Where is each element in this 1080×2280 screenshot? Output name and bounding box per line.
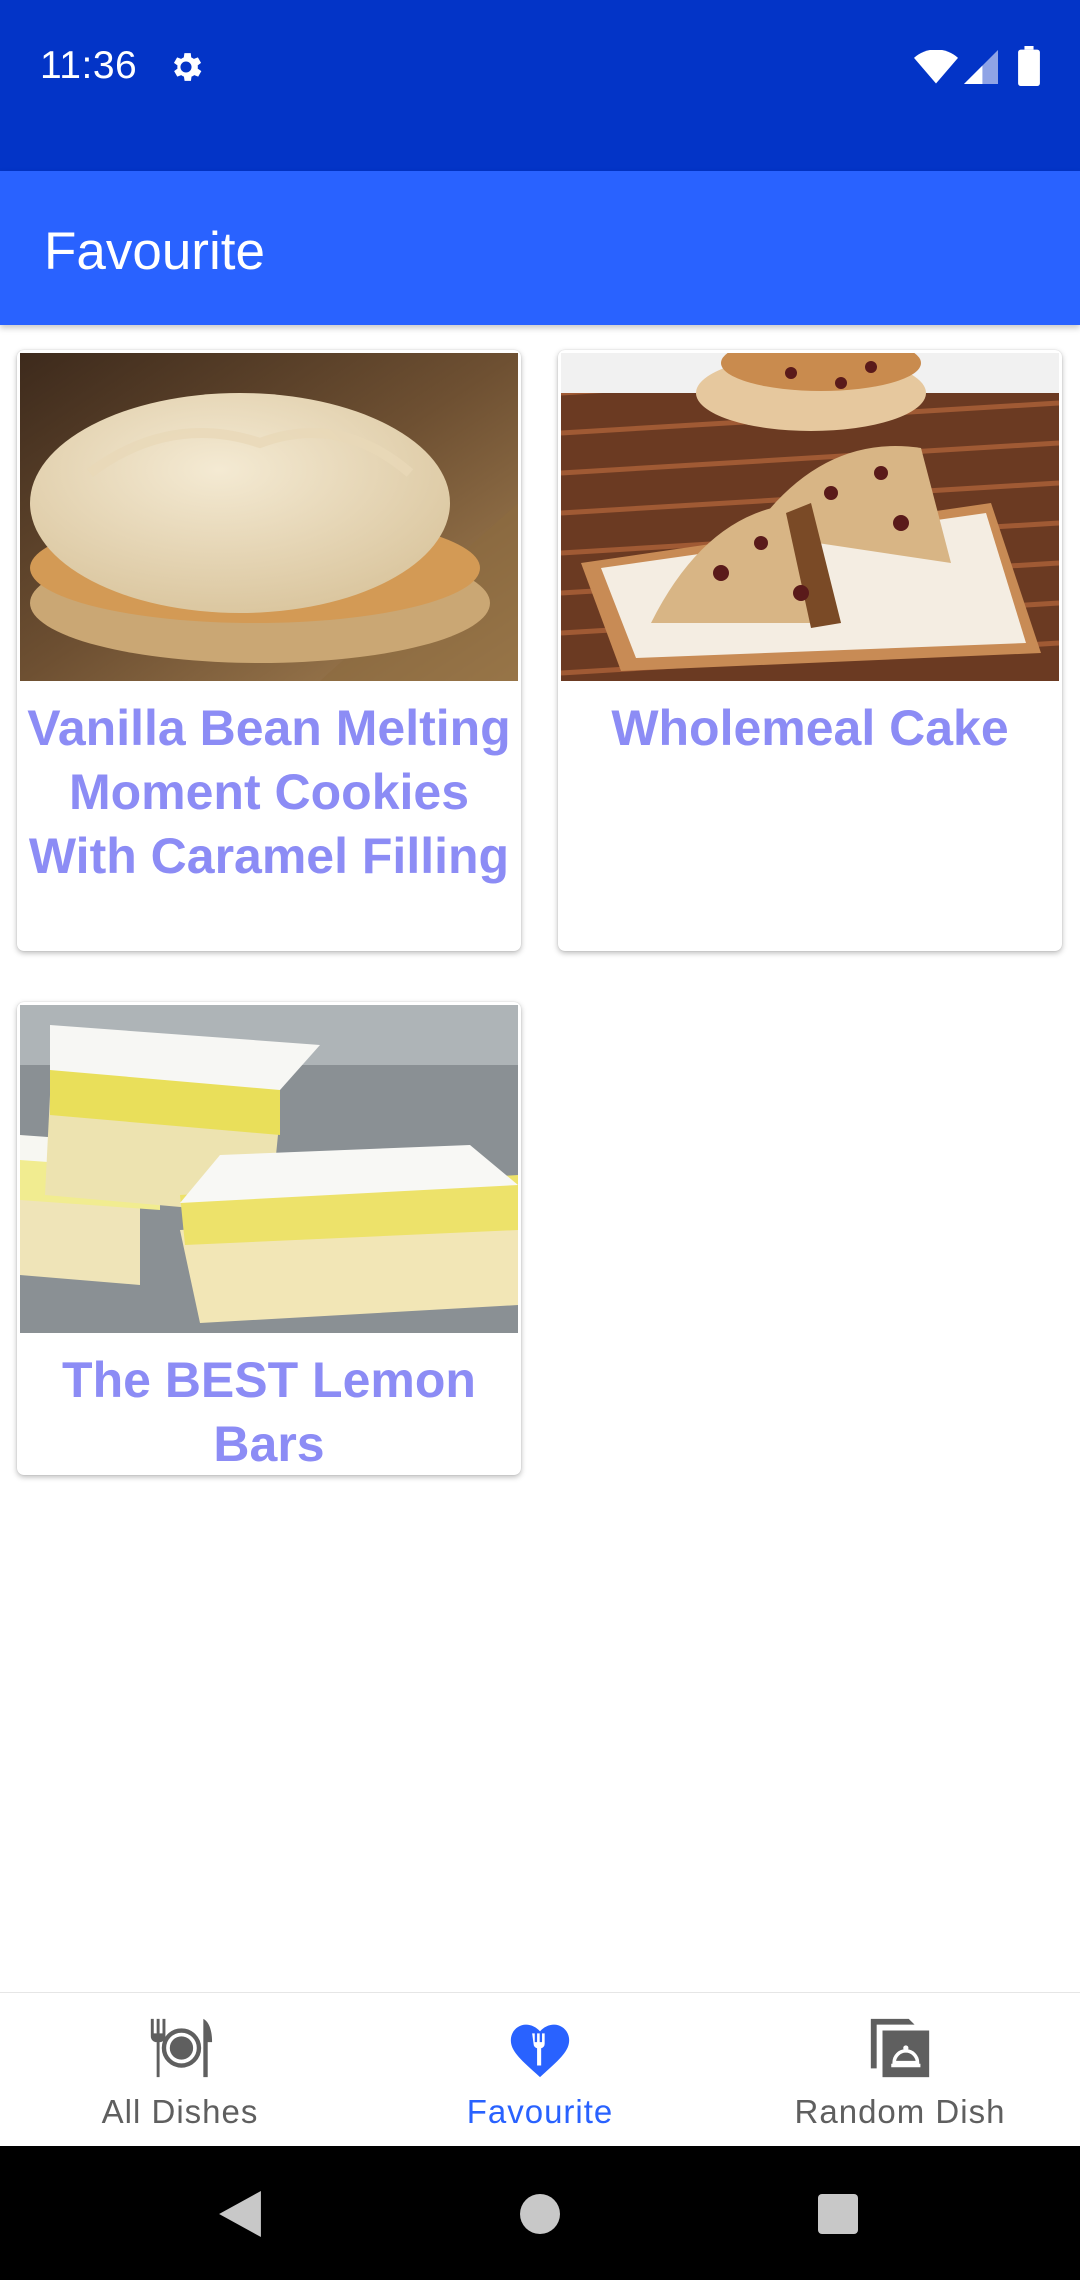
page-title: Favourite xyxy=(44,222,265,281)
nav-item-random-dish[interactable]: Random Dish xyxy=(720,1993,1080,2147)
dish-title: Wholemeal Cake xyxy=(611,700,1009,756)
recents-icon[interactable] xyxy=(818,2194,858,2234)
app-bar: Favourite xyxy=(0,171,1080,325)
nav-item-all-dishes[interactable]: All Dishes xyxy=(0,1993,360,2147)
system-navigation-bar xyxy=(0,2146,1080,2280)
back-icon[interactable] xyxy=(218,2191,262,2237)
battery-icon xyxy=(1018,46,1040,86)
dish-card-lemon-bars[interactable]: The BEST Lemon Bars xyxy=(17,1002,521,1475)
dish-image-vanilla-cookies xyxy=(20,353,518,681)
settings-gear-icon xyxy=(173,53,202,81)
cell-signal-icon xyxy=(964,50,998,84)
heart-fork-icon xyxy=(510,2024,570,2078)
nav-label: All Dishes xyxy=(101,2093,259,2130)
status-time: 11:36 xyxy=(40,44,138,87)
dish-card-vanilla-cookies[interactable]: Vanilla Bean Melting Moment Cookies With… xyxy=(17,350,521,951)
dish-image-lemon-bars xyxy=(20,1005,518,1333)
dish-image-wholemeal-cake xyxy=(561,353,1059,681)
dish-title: Vanilla Bean Melting Moment Cookies With… xyxy=(27,700,511,884)
plate-cutlery-icon xyxy=(150,2018,213,2078)
nav-label: Favourite xyxy=(466,2093,614,2130)
bottom-navigation: All Dishes Favourite Random Dish xyxy=(0,1992,1080,2147)
home-icon[interactable] xyxy=(520,2194,560,2234)
nav-item-favourite[interactable]: Favourite xyxy=(360,1993,720,2147)
dish-title: The BEST Lemon Bars xyxy=(62,1352,476,1472)
status-bar: 11:36 xyxy=(0,0,1080,171)
nav-label: Random Dish xyxy=(794,2093,1006,2130)
wifi-icon xyxy=(914,50,958,84)
dish-card-wholemeal-cake[interactable]: Wholemeal Cake xyxy=(558,350,1062,951)
random-dish-icon xyxy=(870,2018,930,2078)
